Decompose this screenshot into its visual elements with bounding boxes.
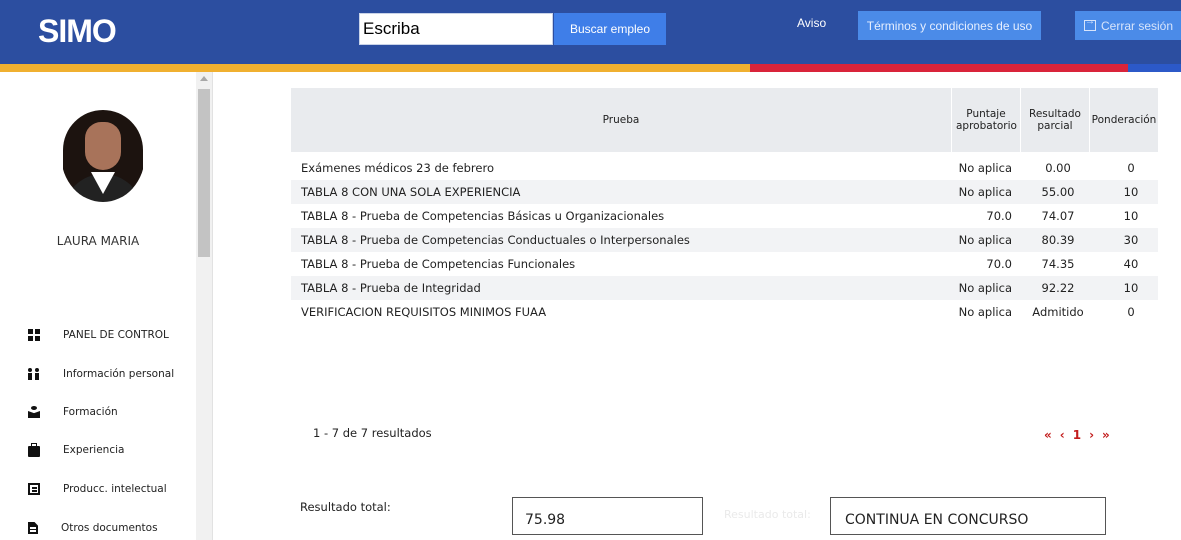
- cell-resultado: 74.35: [1041, 257, 1075, 271]
- cell-prueba: TABLA 8 - Prueba de Competencias Conduct…: [301, 233, 690, 247]
- cell-ponderacion: 0: [1127, 161, 1135, 175]
- aviso-link[interactable]: Aviso: [797, 16, 826, 30]
- cell-ponderacion: 0: [1127, 305, 1135, 319]
- pagination: « ‹ 1 › »: [1044, 428, 1110, 442]
- result-status-field: CONTINUA EN CONCURSO: [830, 497, 1106, 535]
- cell-resultado: Admitido: [1032, 305, 1084, 319]
- cell-puntaje: No aplica: [958, 305, 1012, 319]
- column-header-prueba: Prueba: [291, 88, 952, 152]
- stripe-red: [750, 64, 1128, 72]
- people-icon: [28, 368, 40, 380]
- sidebar-item-informacion-personal[interactable]: Información personal: [28, 364, 174, 384]
- cell-prueba: Exámenes médicos 23 de febrero: [301, 161, 494, 175]
- table-row: Exámenes médicos 23 de febrero No aplica…: [291, 156, 1158, 180]
- cell-resultado: 0.00: [1045, 161, 1071, 175]
- sidebar-item-label: Formación: [63, 406, 118, 418]
- avatar: [61, 108, 145, 202]
- table-row: TABLA 8 - Prueba de Competencias Básicas…: [291, 204, 1158, 228]
- cell-prueba: TABLA 8 - Prueba de Competencias Funcion…: [301, 257, 576, 271]
- scroll-thumb[interactable]: [198, 89, 210, 257]
- stripe-blue: [1128, 64, 1181, 72]
- document-icon: [28, 522, 38, 534]
- sidebar-item-otros-documentos[interactable]: Otros documentos: [28, 518, 158, 538]
- sidebar-item-label: Producc. intelectual: [63, 483, 167, 495]
- cell-puntaje: No aplica: [958, 233, 1012, 247]
- book-icon: [28, 483, 40, 495]
- first-page-icon[interactable]: «: [1044, 428, 1052, 442]
- briefcase-icon: [28, 442, 40, 457]
- sidebar-item-produccion-intelectual[interactable]: Producc. intelectual: [28, 479, 167, 499]
- cell-ponderacion: 10: [1123, 185, 1139, 199]
- sidebar-item-panel-de-control[interactable]: PANEL DE CONTROL: [28, 325, 169, 345]
- cell-prueba: TABLA 8 - Prueba de Competencias Básicas…: [301, 209, 665, 223]
- sidebar-item-label: Otros documentos: [61, 522, 158, 534]
- cell-prueba: TABLA 8 - Prueba de Integridad: [301, 281, 481, 295]
- cell-puntaje: 70.0: [986, 209, 1012, 223]
- cell-resultado: 80.39: [1041, 233, 1075, 247]
- sidebar-item-formacion[interactable]: Formación: [28, 402, 118, 422]
- simo-logo[interactable]: SIMO: [38, 12, 117, 49]
- logout-button[interactable]: Cerrar sesión: [1075, 11, 1181, 40]
- dashboard-icon: [28, 329, 40, 341]
- table-row: TABLA 8 - Prueba de Competencias Conduct…: [291, 228, 1158, 252]
- sidebar-item-label: Información personal: [63, 368, 175, 380]
- next-page-icon[interactable]: ›: [1089, 428, 1094, 442]
- cell-ponderacion: 10: [1123, 281, 1139, 295]
- sidebar-divider: [212, 72, 213, 540]
- sidebar-item-label: PANEL DE CONTROL: [63, 329, 169, 341]
- scroll-up-arrow-icon[interactable]: [200, 76, 208, 81]
- cell-puntaje: No aplica: [958, 281, 1012, 295]
- cell-ponderacion: 40: [1123, 257, 1139, 271]
- terms-button[interactable]: Términos y condiciones de uso: [858, 11, 1041, 40]
- user-name: LAURA MARIA: [56, 234, 140, 248]
- prev-page-icon[interactable]: ‹: [1060, 428, 1065, 442]
- total-result-label: Resultado total:: [300, 500, 391, 514]
- search-jobs-button[interactable]: Buscar empleo: [554, 13, 666, 45]
- column-header-puntaje: Puntaje aprobatorio: [952, 88, 1021, 152]
- table-row: TABLA 8 - Prueba de Competencias Funcion…: [291, 252, 1158, 276]
- search-input[interactable]: Escriba: [359, 13, 553, 45]
- cell-puntaje: No aplica: [958, 161, 1012, 175]
- logout-label: Cerrar sesión: [1101, 18, 1174, 33]
- sidebar-item-experiencia[interactable]: Experiencia: [28, 440, 124, 460]
- stripe-yellow: [0, 64, 750, 72]
- total-result-label-faded: Resultado total:: [724, 508, 811, 521]
- table-row: TABLA 8 CON UNA SOLA EXPERIENCIA No apli…: [291, 180, 1158, 204]
- column-header-resultado: Resultado parcial: [1021, 88, 1090, 152]
- table-row: TABLA 8 - Prueba de Integridad No aplica…: [291, 276, 1158, 300]
- sidebar-item-label: Experiencia: [63, 444, 125, 456]
- cell-ponderacion: 10: [1123, 209, 1139, 223]
- cell-resultado: 55.00: [1041, 185, 1075, 199]
- table-row: VERIFICACION REQUISITOS MINIMOS FUAA No …: [291, 300, 1158, 324]
- column-header-ponderacion: Ponderación: [1091, 114, 1157, 126]
- logout-icon: [1084, 16, 1096, 31]
- cell-ponderacion: 30: [1123, 233, 1139, 247]
- cell-puntaje: No aplica: [958, 185, 1012, 199]
- logo-text: SIMO: [38, 12, 117, 49]
- cell-prueba: TABLA 8 CON UNA SOLA EXPERIENCIA: [301, 185, 521, 199]
- cell-prueba: VERIFICACION REQUISITOS MINIMOS FUAA: [301, 305, 547, 319]
- cell-puntaje: 70.0: [986, 257, 1012, 271]
- cell-resultado: 92.22: [1041, 281, 1075, 295]
- last-page-icon[interactable]: »: [1102, 428, 1110, 442]
- results-table-header: Prueba Puntaje aprobatorio Resultado par…: [291, 88, 1158, 152]
- graduation-icon: [28, 406, 40, 418]
- sidebar-scrollbar[interactable]: [196, 72, 212, 540]
- page-number[interactable]: 1: [1073, 428, 1081, 442]
- total-result-field: 75.98: [512, 497, 703, 535]
- cell-resultado: 74.07: [1041, 209, 1075, 223]
- pagination-info: 1 - 7 de 7 resultados: [313, 426, 432, 440]
- top-header: SIMO Escriba Buscar empleo Aviso Término…: [0, 0, 1181, 64]
